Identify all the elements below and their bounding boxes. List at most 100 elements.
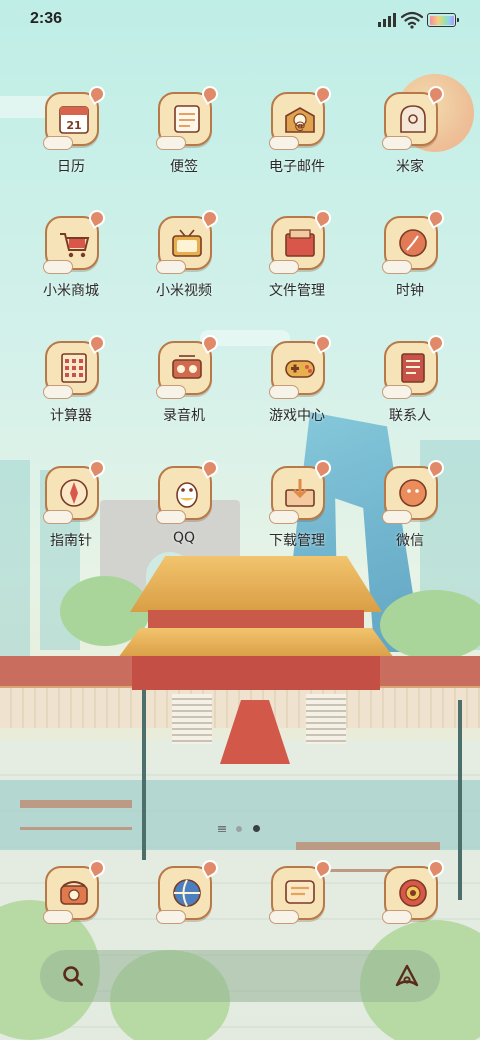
dock-messages[interactable] [269, 857, 334, 924]
gamepad-icon-glyph [285, 360, 315, 378]
email-icon-glyph: @ [285, 107, 315, 133]
calendar-icon-glyph: 21 [59, 106, 89, 134]
recorder-icon[interactable] [156, 332, 221, 399]
cloud-badge-decoration [269, 136, 299, 150]
gamepad-icon[interactable] [269, 332, 334, 399]
status-bar: 2:36 [0, 0, 480, 40]
app-label: 游戏中心 [269, 408, 325, 424]
status-time: 2:36 [30, 10, 63, 27]
search-icon[interactable] [62, 965, 84, 987]
app-calendar[interactable]: 21 日历 [15, 83, 127, 202]
app-label: 便签 [170, 159, 198, 175]
palace-roof [118, 628, 394, 658]
video-icon[interactable] [156, 207, 221, 274]
qq-icon-glyph [176, 482, 198, 508]
app-notes[interactable]: 便签 [128, 83, 240, 202]
app-label: 微信 [396, 533, 424, 549]
clock-icon[interactable] [382, 207, 447, 274]
app-clock[interactable]: 时钟 [354, 207, 466, 326]
stairs [172, 694, 212, 744]
dock-camera[interactable] [382, 857, 447, 924]
contacts-icon-glyph [401, 353, 425, 383]
cloud-badge-decoration [43, 385, 73, 399]
page-indicator[interactable] [218, 825, 268, 835]
palace-body [132, 656, 380, 690]
dock-browser[interactable] [156, 857, 221, 924]
app-mihome[interactable]: 米家 [354, 83, 466, 202]
app-email[interactable]: @ 电子邮件 [241, 83, 353, 202]
mall-icon[interactable] [43, 207, 108, 274]
mall-icon-glyph [60, 233, 90, 258]
browser-icon[interactable] [156, 857, 221, 924]
notes-icon[interactable] [156, 83, 221, 150]
wechat-icon[interactable] [382, 457, 447, 524]
app-wechat[interactable]: 微信 [354, 457, 466, 576]
app-mall[interactable]: 小米商城 [15, 207, 127, 326]
app-label: 计算器 [50, 408, 92, 424]
calendar-icon[interactable]: 21 [43, 83, 108, 150]
app-gamepad[interactable]: 游戏中心 [241, 332, 353, 451]
files-icon[interactable] [269, 207, 334, 274]
mihome-icon[interactable] [382, 83, 447, 150]
svg-text:@: @ [295, 119, 306, 132]
email-icon[interactable]: @ [269, 83, 334, 150]
cloud-badge-decoration [269, 910, 299, 924]
app-label: QQ [172, 530, 196, 546]
clock-icon-glyph [399, 229, 427, 257]
app-video[interactable]: 小米视频 [128, 207, 240, 326]
cloud-badge-decoration [156, 510, 186, 524]
wifi-icon [401, 11, 423, 29]
app-label: 日历 [57, 159, 85, 175]
street-lamp [142, 690, 146, 860]
app-download[interactable]: 下载管理 [241, 457, 353, 576]
compass-icon-glyph [60, 479, 88, 507]
voice-assistant-icon[interactable] [394, 964, 420, 988]
files-icon-glyph [285, 229, 315, 257]
camera-icon-glyph [399, 879, 427, 907]
page-dot-2[interactable] [253, 825, 260, 832]
phone-icon-glyph [60, 881, 88, 905]
svg-text:21: 21 [66, 119, 81, 132]
feed-page-dot[interactable] [218, 826, 226, 832]
recorder-icon-glyph [172, 355, 202, 379]
cellular-signal-icon [378, 13, 396, 27]
video-icon-glyph [172, 229, 202, 257]
mihome-icon-glyph [400, 105, 426, 133]
app-label: 小米商城 [43, 283, 99, 299]
cloud-badge-decoration [382, 260, 412, 274]
calculator-icon[interactable] [43, 332, 108, 399]
app-qq[interactable]: QQ [128, 457, 240, 576]
qq-icon[interactable] [156, 457, 221, 524]
cloud-badge-decoration [43, 910, 73, 924]
dock-phone[interactable] [43, 857, 108, 924]
cloud-badge-decoration [156, 136, 186, 150]
app-label: 联系人 [389, 408, 431, 424]
stairs [306, 694, 346, 744]
app-files[interactable]: 文件管理 [241, 207, 353, 326]
app-calculator[interactable]: 计算器 [15, 332, 127, 451]
street-lamp [458, 700, 462, 900]
phone-icon[interactable] [43, 857, 108, 924]
cloud-badge-decoration [382, 136, 412, 150]
compass-icon[interactable] [43, 457, 108, 524]
bench [20, 800, 132, 830]
calculator-icon-glyph [61, 353, 87, 383]
app-contacts[interactable]: 联系人 [354, 332, 466, 451]
download-icon[interactable] [269, 457, 334, 524]
battery-icon [427, 13, 459, 27]
app-label: 小米视频 [156, 283, 212, 299]
page-dot-1[interactable] [236, 826, 242, 832]
notes-icon-glyph [174, 105, 200, 133]
global-search-bar[interactable] [40, 950, 440, 1002]
messages-icon-glyph [285, 880, 315, 904]
contacts-icon[interactable] [382, 332, 447, 399]
app-recorder[interactable]: 录音机 [128, 332, 240, 451]
app-label: 指南针 [50, 533, 92, 549]
messages-icon[interactable] [269, 857, 334, 924]
camera-icon[interactable] [382, 857, 447, 924]
cloud-badge-decoration [43, 510, 73, 524]
app-compass[interactable]: 指南针 [15, 457, 127, 576]
cloud-badge-decoration [269, 260, 299, 274]
cloud-badge-decoration [269, 385, 299, 399]
app-label: 时钟 [396, 283, 424, 299]
